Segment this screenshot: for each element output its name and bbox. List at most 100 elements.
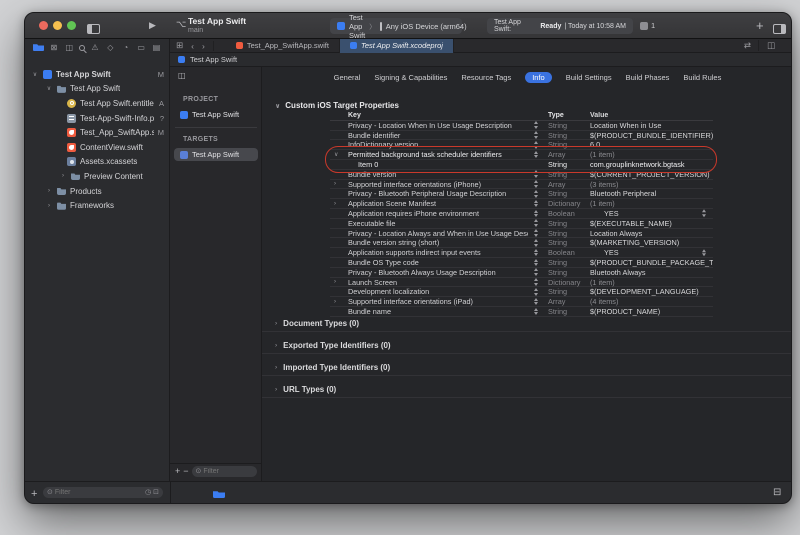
key-stepper[interactable] bbox=[528, 268, 543, 276]
section-imported-type-identifiers[interactable]: ›Imported Type Identifiers (0) bbox=[275, 363, 390, 372]
disclosure-open-icon[interactable]: ∨ bbox=[45, 85, 53, 92]
project-item[interactable]: Test App Swift bbox=[174, 108, 258, 121]
section-url-types[interactable]: ›URL Types (0) bbox=[275, 385, 336, 394]
tree-item-app-swift[interactable]: Test_App_SwiftApp.swift M bbox=[25, 125, 170, 140]
disclosure-closed-icon[interactable]: › bbox=[45, 203, 53, 209]
property-row[interactable]: Privacy - Location Always and When in Us… bbox=[330, 229, 713, 239]
tab-general[interactable]: General bbox=[334, 73, 361, 82]
issue-navigator-icon[interactable]: ⚠ bbox=[90, 43, 101, 52]
navigator-filter-input[interactable] bbox=[55, 489, 143, 496]
property-row[interactable]: Application supports indirect input even… bbox=[330, 248, 713, 258]
run-button[interactable]: ▶ bbox=[149, 21, 156, 30]
breakpoint-navigator-icon[interactable]: ▭ bbox=[136, 43, 147, 52]
key-stepper[interactable] bbox=[528, 121, 543, 129]
destination-name[interactable]: Any iOS Device (arm64) bbox=[386, 22, 467, 31]
property-row[interactable]: ›Supported interface orientations (iPhon… bbox=[330, 180, 713, 190]
target-item-selected[interactable]: Test App Swift bbox=[174, 148, 258, 161]
key-stepper[interactable] bbox=[528, 298, 543, 306]
hide-project-list-icon[interactable]: ◫ bbox=[178, 72, 186, 80]
property-row[interactable]: Bundle nameString$(PRODUCT_NAME) bbox=[330, 307, 713, 317]
source-control-filter-icon[interactable]: ⊡ bbox=[153, 489, 159, 496]
property-row[interactable]: Bundle identifierString$(PRODUCT_BUNDLE_… bbox=[330, 131, 713, 141]
library-add-icon[interactable]: + bbox=[756, 19, 764, 32]
project-breadcrumb-icon[interactable] bbox=[213, 490, 225, 498]
forward-icon[interactable]: › bbox=[198, 41, 214, 51]
disclosure-closed-icon[interactable]: › bbox=[330, 181, 348, 187]
tab-swift-file[interactable]: Test_App_SwiftApp.swift bbox=[226, 39, 340, 53]
property-row[interactable]: ›Launch ScreenDictionary(1 item) bbox=[330, 278, 713, 288]
section-document-types[interactable]: ›Document Types (0) bbox=[275, 319, 359, 328]
tree-item-group[interactable]: ∨ Test App Swift bbox=[25, 82, 170, 97]
key-stepper[interactable] bbox=[528, 190, 543, 198]
key-stepper[interactable] bbox=[528, 131, 543, 139]
targets-filter-input[interactable] bbox=[203, 468, 253, 475]
value-stepper[interactable] bbox=[696, 210, 711, 218]
breadcrumb[interactable]: Test App Swift bbox=[190, 55, 237, 64]
back-icon[interactable]: ‹ bbox=[187, 41, 198, 51]
tab-resource-tags[interactable]: Resource Tags bbox=[461, 73, 511, 82]
source-control-navigator-icon[interactable]: ⊠ bbox=[48, 43, 59, 52]
minimize-window-button[interactable] bbox=[53, 21, 62, 30]
report-navigator-icon[interactable]: ▤ bbox=[151, 43, 162, 52]
recent-filter-icon[interactable]: ◷ bbox=[145, 489, 151, 496]
find-navigator-icon[interactable] bbox=[79, 38, 85, 56]
recent-files-icon[interactable]: ⊞ bbox=[170, 40, 187, 51]
navigator-filter-field[interactable]: ⊙ ◷ ⊡ bbox=[43, 487, 163, 498]
disclosure-closed-icon[interactable]: › bbox=[330, 201, 348, 207]
tree-item-contentview[interactable]: ContentView.swift bbox=[25, 140, 170, 155]
key-stepper[interactable] bbox=[528, 239, 543, 247]
tab-info[interactable]: Info bbox=[525, 72, 552, 83]
key-stepper[interactable] bbox=[528, 308, 543, 316]
key-stepper[interactable] bbox=[528, 200, 543, 208]
property-row[interactable]: ›Application Scene ManifestDictionary(1 … bbox=[330, 199, 713, 209]
project-navigator-icon[interactable] bbox=[33, 38, 44, 56]
targets-filter-field[interactable]: ⊙ bbox=[192, 466, 257, 477]
scheme-name[interactable]: Test App Swift bbox=[349, 13, 365, 40]
test-navigator-icon[interactable]: ◇ bbox=[105, 43, 116, 52]
property-row[interactable]: Bundle version string (short)String$(MAR… bbox=[330, 238, 713, 248]
zoom-window-button[interactable] bbox=[67, 21, 76, 30]
issue-count[interactable]: 1 bbox=[651, 21, 655, 30]
add-target-button[interactable]: + bbox=[175, 467, 180, 476]
toggle-debug-area-icon[interactable]: ⊟ bbox=[773, 488, 781, 498]
key-stepper[interactable] bbox=[528, 210, 543, 218]
key-stepper[interactable] bbox=[528, 249, 543, 257]
property-row[interactable]: Development localizationString$(DEVELOPM… bbox=[330, 287, 713, 297]
key-stepper[interactable] bbox=[528, 229, 543, 237]
section-exported-type-identifiers[interactable]: ›Exported Type Identifiers (0) bbox=[275, 341, 391, 350]
property-row[interactable]: Application requires iPhone environmentB… bbox=[330, 209, 713, 219]
custom-properties-section-header[interactable]: ∨ Custom iOS Target Properties bbox=[275, 101, 399, 110]
tab-build-phases[interactable]: Build Phases bbox=[626, 73, 670, 82]
tree-item-frameworks[interactable]: › Frameworks bbox=[25, 198, 170, 213]
property-row[interactable]: Privacy - Location When In Use Usage Des… bbox=[330, 121, 713, 131]
tab-xcodeproj[interactable]: Test App Swift.xcodeproj bbox=[340, 39, 454, 53]
remove-target-button[interactable]: − bbox=[183, 467, 188, 476]
property-row[interactable]: Bundle OS Type codeString$(PRODUCT_BUNDL… bbox=[330, 258, 713, 268]
tree-item-entitlements[interactable]: Test App Swift.entitlements A bbox=[25, 96, 170, 111]
issue-badge-icon[interactable] bbox=[640, 22, 648, 30]
tree-item-info-plist[interactable]: Test-App-Swift-Info.plist ? bbox=[25, 111, 170, 126]
disclosure-closed-icon[interactable]: › bbox=[330, 279, 348, 285]
toggle-navigator-icon[interactable] bbox=[87, 21, 100, 39]
symbol-navigator-icon[interactable]: ◫ bbox=[64, 43, 75, 52]
disclosure-closed-icon[interactable]: › bbox=[45, 188, 53, 194]
key-stepper[interactable] bbox=[528, 180, 543, 188]
related-items-icon[interactable]: ⇄ bbox=[740, 40, 755, 51]
close-window-button[interactable] bbox=[39, 21, 48, 30]
add-file-button[interactable]: + bbox=[31, 489, 37, 500]
disclosure-closed-icon[interactable]: › bbox=[330, 299, 348, 305]
key-stepper[interactable] bbox=[528, 288, 543, 296]
property-row[interactable]: Privacy - Bluetooth Always Usage Descrip… bbox=[330, 268, 713, 278]
activity-status[interactable]: Test App Swift: Ready | Today at 10:58 A… bbox=[487, 18, 633, 34]
split-editor-icon[interactable]: ◫ bbox=[758, 40, 779, 51]
key-stepper[interactable] bbox=[528, 278, 543, 286]
tab-build-settings[interactable]: Build Settings bbox=[566, 73, 612, 82]
property-row[interactable]: ›Supported interface orientations (iPad)… bbox=[330, 297, 713, 307]
tree-item-assets[interactable]: Assets.xcassets bbox=[25, 155, 170, 170]
tree-item-products[interactable]: › Products bbox=[25, 184, 170, 199]
tree-item-preview-content[interactable]: › Preview Content bbox=[25, 169, 170, 184]
tree-item-project-root[interactable]: ∨ Test App Swift M bbox=[25, 67, 170, 82]
tab-build-rules[interactable]: Build Rules bbox=[683, 73, 721, 82]
property-row[interactable]: Privacy - Bluetooth Peripheral Usage Des… bbox=[330, 189, 713, 199]
toggle-inspector-icon[interactable] bbox=[773, 21, 786, 39]
